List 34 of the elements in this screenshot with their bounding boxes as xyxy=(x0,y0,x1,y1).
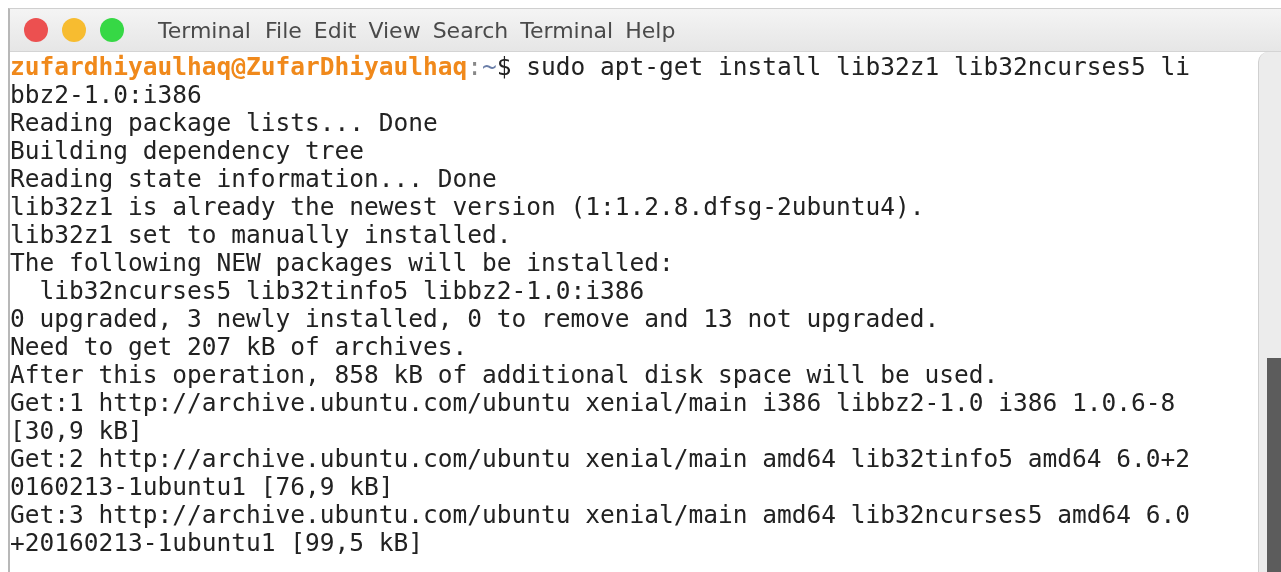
output-line: Reading state information... Done xyxy=(10,164,497,193)
menu-item[interactable]: Help xyxy=(625,17,676,43)
output-line: lib32ncurses5 lib32tinfo5 libbz2-1.0:i386 xyxy=(38,276,645,305)
output-line: lib32z1 set to manually installed. xyxy=(10,220,512,249)
output-line: After this operation, 858 kB of additional disk space will be used. xyxy=(10,360,999,389)
maximize-button[interactable] xyxy=(100,18,124,42)
menu-item[interactable]: View xyxy=(368,17,421,43)
output-line: +20160213-1ubuntu1 [99,5 kB] xyxy=(10,528,423,557)
prompt-path: ~ xyxy=(482,52,497,81)
output-line: Get:3 http://archive.ubuntu.com/ubuntu xenial/main amd64 lib32ncurses5 amd64 6.0 xyxy=(10,500,1191,529)
scrollbar-thumb[interactable] xyxy=(1267,358,1281,572)
output-line: [30,9 kB] xyxy=(10,416,143,445)
output-line: 0 upgraded, 3 newly installed, 0 to remove and 13 not upgraded. xyxy=(10,304,940,333)
prompt-user-host: zufardhiyaulhaq@ZufarDhiyaulhaq xyxy=(10,52,468,81)
app-name: Terminal xyxy=(158,17,251,43)
output-line: Get:2 http://archive.ubuntu.com/ubuntu xenial/main amd64 lib32tinfo5 amd64 6.0+2 xyxy=(10,444,1191,473)
output-line: Get:1 http://archive.ubuntu.com/ubuntu xenial/main i386 libbz2-1.0 i386 1.0.6-8 xyxy=(10,388,1176,417)
output-line: 0160213-1ubuntu1 [76,9 kB] xyxy=(10,472,394,501)
output-line: Building dependency tree xyxy=(10,136,364,165)
minimize-button[interactable] xyxy=(62,18,86,42)
output-line: lib32z1 is already the newest version (1:1.2.8.dfsg-2ubuntu4). xyxy=(10,192,925,221)
output-line: Reading package lists... Done xyxy=(10,108,438,137)
menu-item[interactable]: Search xyxy=(432,17,509,43)
scrollbar[interactable] xyxy=(1258,52,1281,572)
output-line: bbz2-1.0:i386 xyxy=(10,80,202,109)
menu-item[interactable]: Terminal xyxy=(520,17,614,43)
menu-item[interactable]: File xyxy=(265,17,302,43)
menu-item[interactable]: Edit xyxy=(313,17,357,43)
close-button[interactable] xyxy=(24,18,48,42)
prompt-separator: : xyxy=(467,52,483,81)
output-line: Need to get 207 kB of archives. xyxy=(10,332,468,361)
command-text: sudo apt-get install lib32z1 lib32ncurses5 li xyxy=(525,52,1191,81)
output-line: The following NEW packages will be installed: xyxy=(10,248,674,277)
prompt-symbol: $ xyxy=(496,52,512,81)
